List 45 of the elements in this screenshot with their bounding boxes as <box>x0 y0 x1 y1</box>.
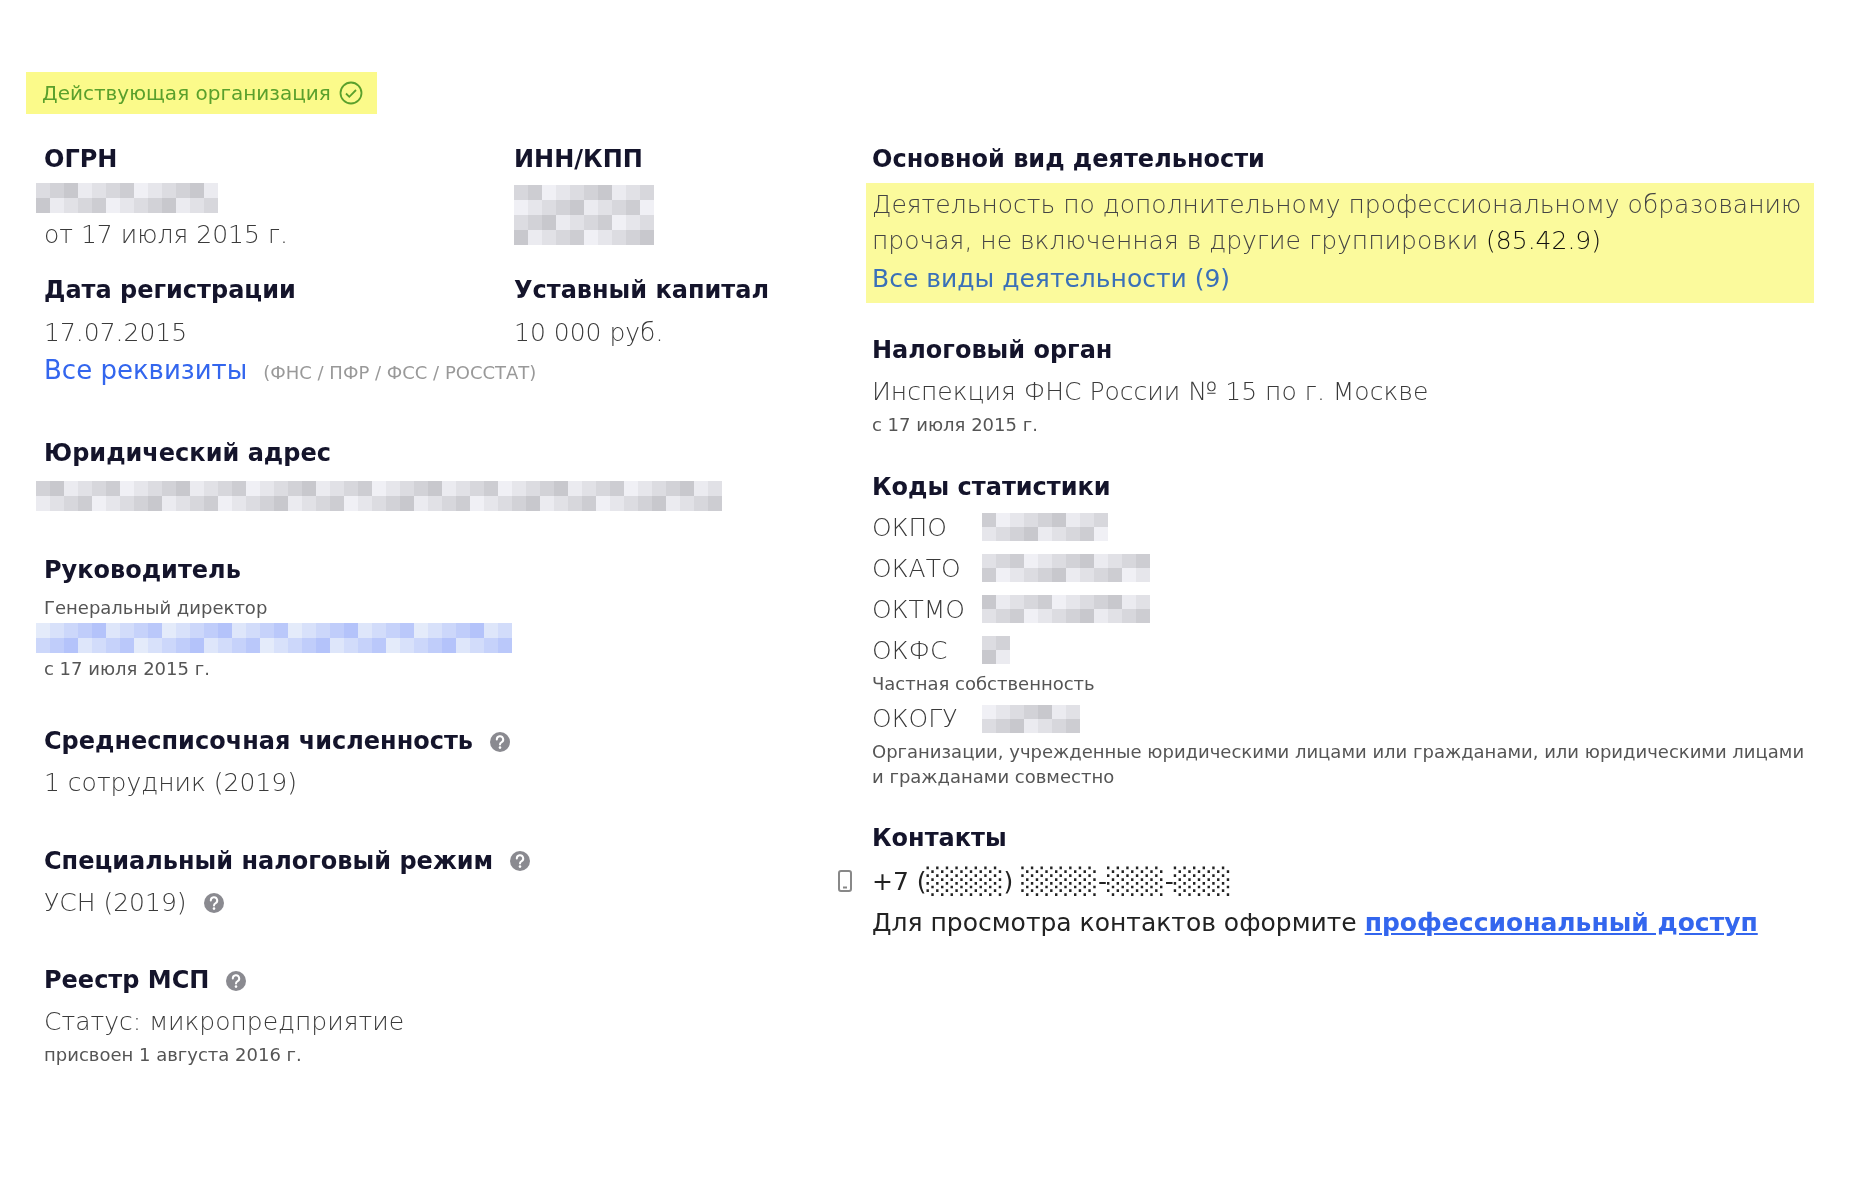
activity-description: Деятельность по дополнительному профессиональному образованию прочая, не включенная в другие группировки (85.42.9) <box>872 189 1803 258</box>
phone-number: +7 (░░░░) ░░░░-░░░-░░░ <box>872 865 1232 898</box>
field-value: 1 сотрудник (2019) <box>44 767 297 800</box>
code-label: ОКТМО <box>872 593 967 626</box>
field-label: Среднесписочная численность <box>44 726 473 758</box>
field-label: Специальный налоговый режим <box>44 845 494 877</box>
field-label: Налоговый орган <box>872 335 1114 367</box>
field-label: Руководитель <box>44 555 242 587</box>
field-value: от 17 июля 2015 г. <box>44 219 290 252</box>
code-label: ОКАТО <box>872 552 962 585</box>
field-label: Юридический адрес <box>44 437 332 469</box>
field-value: 17.07.2015 <box>44 316 189 349</box>
field-date: с 17 июля 2015 г. <box>872 412 1039 437</box>
code-label: ОКОГУ <box>872 702 959 735</box>
code-description: Организации, учрежденные юридическими лицами или гражданами, или юридическими лицами и гражданами совместно <box>872 740 1806 790</box>
field-label: Основной вид деятельности <box>872 144 1266 175</box>
help-icon[interactable] <box>202 892 225 914</box>
field-label: ИНН/КПП <box>514 144 644 175</box>
field-label: Реестр МСП <box>44 965 210 997</box>
access-message: Для просмотра контактов оформите профессиональный доступ <box>872 907 1759 940</box>
requisites-link[interactable]: Все реквизиты <box>44 350 248 390</box>
code-label: ОКФС <box>872 634 949 667</box>
code-description: Частная собственность <box>872 671 1096 696</box>
status-badge: Действующая организация <box>26 72 377 114</box>
help-icon[interactable] <box>225 969 248 992</box>
code-label: ОКПО <box>872 511 948 544</box>
blurred-text <box>982 636 1012 665</box>
field-label: Уставный капитал <box>514 275 771 307</box>
professional-access-link[interactable]: профессиональный доступ <box>1364 908 1758 938</box>
all-activities-link[interactable]: Все виды деятельности (9) <box>872 263 1231 293</box>
field-label: Дата регистрации <box>44 275 297 307</box>
director-since: с 17 июля 2015 г. <box>44 657 211 682</box>
field-label: ОГРН <box>44 144 119 175</box>
director-position: Генеральный директор <box>44 596 269 621</box>
field-value: 10 000 руб. <box>514 316 665 349</box>
source-note: (ФНС / ПФР / ФСС / РОССТАТ) <box>263 360 537 385</box>
field-label: Коды статистики <box>872 471 1112 503</box>
help-icon[interactable] <box>489 730 511 753</box>
field-label: Контакты <box>872 823 1008 855</box>
msp-assigned: присвоен 1 августа 2016 г. <box>44 1042 303 1067</box>
help-icon[interactable] <box>509 850 532 873</box>
field-value: УСН (2019) <box>44 886 187 919</box>
phone-icon <box>838 870 852 893</box>
field-value: Инспекция ФНС России № 15 по г. Москве <box>872 376 1430 409</box>
msp-status: Статус: микропредприятие <box>44 1006 406 1039</box>
